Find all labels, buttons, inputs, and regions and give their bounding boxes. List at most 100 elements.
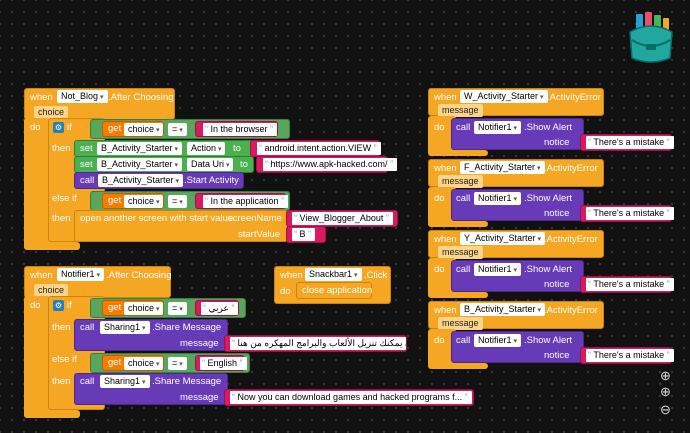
get-label: get bbox=[108, 123, 122, 134]
get-var[interactable]: choice bbox=[124, 302, 164, 315]
component-selector[interactable]: B_Activity_Starter bbox=[460, 303, 545, 316]
string-mistake[interactable]: There's a mistake bbox=[586, 278, 674, 291]
call-label: call bbox=[456, 335, 471, 346]
zoom-in-icon[interactable]: ⊕ bbox=[660, 384, 671, 400]
call-component[interactable]: Sharing1 bbox=[100, 321, 150, 334]
if-label: if bbox=[67, 300, 72, 311]
component-selector[interactable]: Y_Activity_Starter bbox=[460, 232, 545, 245]
do-spine bbox=[24, 118, 50, 248]
get-label: get bbox=[108, 357, 122, 368]
do-label: do bbox=[30, 300, 41, 311]
set-component[interactable]: B_Activity_Starter bbox=[97, 142, 182, 155]
call-method: .Share Message bbox=[152, 376, 222, 387]
to-label: to bbox=[240, 159, 248, 170]
call-label: call bbox=[456, 264, 471, 275]
event-footer bbox=[428, 363, 488, 369]
do-spine bbox=[24, 296, 50, 418]
call-component[interactable]: Sharing1 bbox=[100, 375, 150, 388]
notice-label: notice bbox=[544, 350, 570, 361]
message-label: message bbox=[180, 338, 219, 349]
then-label-2: then bbox=[52, 213, 71, 224]
event-footer bbox=[428, 292, 488, 298]
do-label: do bbox=[434, 193, 445, 204]
string-mistake[interactable]: There's a mistake bbox=[586, 207, 674, 220]
string-english[interactable]: English bbox=[200, 357, 247, 370]
equals-op[interactable]: = bbox=[168, 123, 187, 136]
then-label: then bbox=[52, 322, 71, 333]
zoom-out-icon[interactable]: ⊖ bbox=[660, 402, 671, 418]
component-selector[interactable]: F_Activity_Starter bbox=[460, 161, 545, 174]
do-label: do bbox=[434, 264, 445, 275]
string-screen-name[interactable]: View_Blogger_About bbox=[292, 212, 393, 225]
notifier-selector[interactable]: Notifier1 bbox=[474, 334, 521, 347]
event-name: .After Choosing bbox=[106, 270, 172, 281]
string-in-browser[interactable]: In the browser bbox=[203, 123, 278, 136]
event-footer bbox=[24, 410, 80, 418]
event-name: .Click bbox=[364, 270, 388, 281]
call-method: .Show Alert bbox=[524, 193, 573, 204]
set-component[interactable]: B_Activity_Starter bbox=[97, 158, 182, 171]
set-property[interactable]: Action bbox=[187, 142, 226, 155]
when-label: when bbox=[30, 92, 53, 103]
get-var[interactable]: choice bbox=[124, 195, 164, 208]
equals-op[interactable]: = bbox=[168, 195, 187, 208]
elseif-label: else if bbox=[52, 354, 77, 365]
equals-op[interactable]: = bbox=[168, 357, 187, 370]
backpack-icon[interactable] bbox=[626, 10, 676, 66]
gear-icon[interactable]: ⚙ bbox=[53, 300, 64, 311]
get-var[interactable]: choice bbox=[124, 357, 164, 370]
start-value-label: startValue bbox=[238, 229, 281, 240]
string-arabic[interactable]: عربي bbox=[201, 302, 239, 315]
if-label: if bbox=[67, 122, 72, 133]
do-label: do bbox=[30, 122, 41, 133]
when-label: when bbox=[434, 234, 457, 245]
event-name: .ActivityError bbox=[547, 92, 601, 103]
component-selector[interactable]: Notifier1 bbox=[57, 268, 104, 281]
message-label: message bbox=[180, 392, 219, 403]
gear-icon[interactable]: ⚙ bbox=[53, 122, 64, 133]
notice-label: notice bbox=[544, 279, 570, 290]
open-screen-label: open another screen with start value bbox=[80, 213, 234, 224]
elseif-label: else if bbox=[52, 193, 77, 204]
string-uri[interactable]: https://www.apk-hacked.com/ bbox=[263, 158, 398, 171]
then-label: then bbox=[52, 143, 71, 154]
call-component[interactable]: B_Activity_Starter bbox=[98, 174, 183, 187]
event-footer bbox=[428, 221, 488, 227]
event-name: .ActivityError bbox=[544, 163, 598, 174]
string-action[interactable]: android.intent.action.VIEW bbox=[257, 142, 381, 155]
when-label: when bbox=[434, 92, 457, 103]
call-label: call bbox=[80, 376, 95, 387]
event-footer bbox=[428, 150, 488, 156]
call-method: .Show Alert bbox=[524, 122, 573, 133]
notifier-selector[interactable]: Notifier1 bbox=[474, 121, 521, 134]
string-message-english[interactable]: Now you can download games and hacked pr… bbox=[230, 391, 472, 404]
component-selector[interactable]: Not_Blog bbox=[57, 90, 108, 103]
notifier-selector[interactable]: Notifier1 bbox=[474, 263, 521, 276]
notice-label: notice bbox=[544, 137, 570, 148]
center-icon[interactable]: ⊕ bbox=[660, 368, 671, 384]
get-var[interactable]: choice bbox=[124, 123, 164, 136]
screen-name-label: screenName bbox=[228, 213, 282, 224]
string-in-app[interactable]: In the application bbox=[203, 195, 289, 208]
string-message-arabic[interactable]: الآن يمكنك تنزيل الألعاب والبرامج المهكر… bbox=[230, 337, 406, 350]
notifier-selector[interactable]: Notifier1 bbox=[474, 192, 521, 205]
get-label: get bbox=[108, 302, 122, 313]
do-label: do bbox=[434, 122, 445, 133]
string-mistake[interactable]: There's a mistake bbox=[586, 136, 674, 149]
equals-op[interactable]: = bbox=[168, 302, 187, 315]
component-selector[interactable]: Snackbar1 bbox=[305, 268, 362, 281]
call-method: .Start Activity bbox=[184, 175, 239, 186]
do-label: do bbox=[434, 335, 445, 346]
string-mistake[interactable]: There's a mistake bbox=[586, 349, 674, 362]
set-property[interactable]: Data Uri bbox=[187, 158, 234, 171]
do-label: do bbox=[280, 286, 291, 297]
set-label: set bbox=[80, 159, 93, 170]
to-label: to bbox=[233, 143, 241, 154]
get-label: get bbox=[108, 195, 122, 206]
call-method: .Share Message bbox=[152, 322, 222, 333]
when-label: when bbox=[280, 270, 303, 281]
string-start-value[interactable]: B bbox=[292, 228, 316, 241]
call-label: call bbox=[456, 193, 471, 204]
component-selector[interactable]: W_Activity_Starter bbox=[460, 90, 548, 103]
event-footer bbox=[24, 242, 80, 250]
